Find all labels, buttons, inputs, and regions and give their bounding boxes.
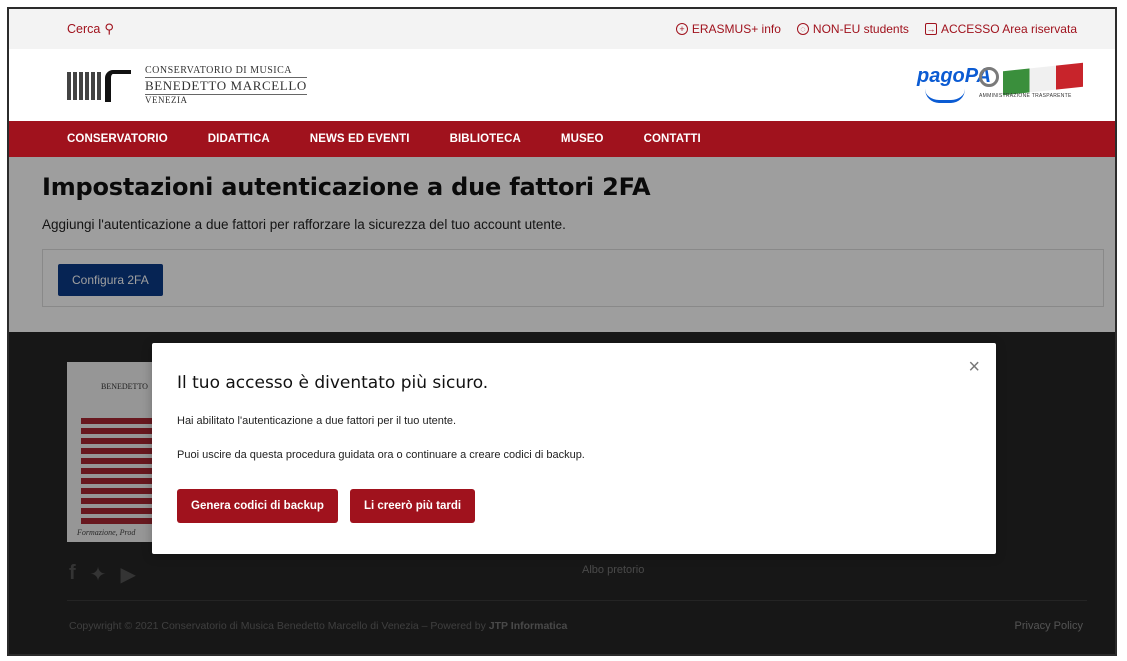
close-icon[interactable]: × [968, 357, 980, 377]
italian-flag-icon [1003, 62, 1083, 96]
create-later-button[interactable]: Li creerò più tardi [349, 489, 476, 523]
logo-harp-icon [105, 69, 131, 102]
reserved-area-link[interactable]: → ACCESSO Area riservata [924, 22, 1077, 36]
amministrazione-trasparente-logo[interactable]: AMMINISTRAZIONE TRASPARENTE [979, 62, 1087, 105]
brand-bar: CONSERVATORIO DI MUSICA BENEDETTO MARCEL… [9, 49, 1115, 121]
erasmus-label: ERASMUS+ info [691, 22, 781, 36]
nav-item-museo[interactable]: MUSEO [561, 133, 604, 145]
non-eu-link[interactable]: ◌ NON-EU students [796, 22, 909, 36]
search-icon: ⚲ [104, 21, 114, 36]
logo-line-2: BENEDETTO MARCELLO [145, 77, 307, 96]
nav-item-conservatorio[interactable]: CONSERVATORIO [67, 133, 168, 145]
logo-text: CONSERVATORIO DI MUSICA BENEDETTO MARCEL… [145, 65, 307, 106]
amministrazione-caption: AMMINISTRAZIONE TRASPARENTE [979, 93, 1072, 99]
reserved-area-label: ACCESSO Area riservata [940, 22, 1077, 36]
two-factor-success-dialog: × Il tuo accesso è diventato più sicuro.… [152, 343, 996, 554]
logo-building-icon [67, 71, 103, 100]
pagopa-logo[interactable]: pagoPA [917, 65, 991, 105]
non-eu-label: NON-EU students [812, 22, 909, 36]
dialog-title: Il tuo accesso è diventato più sicuro. [177, 373, 489, 393]
nav-item-contatti[interactable]: CONTATTI [644, 133, 701, 145]
logo-line-1: CONSERVATORIO DI MUSICA [145, 65, 293, 76]
dialog-line-2: Puoi uscire da questa procedura guidata … [177, 449, 585, 461]
nav-item-didattica[interactable]: DIDATTICA [208, 133, 270, 145]
logo-line-3: VENEZIA [145, 95, 188, 106]
plus-circle-icon: + [675, 23, 688, 35]
main-nav: CONSERVATORIO DIDATTICA NEWS ED EVENTI B… [9, 121, 1115, 157]
conservatorio-logo[interactable]: CONSERVATORIO DI MUSICA BENEDETTO MARCEL… [67, 65, 307, 106]
nav-item-biblioteca[interactable]: BIBLIOTECA [450, 133, 521, 145]
dialog-actions: Genera codici di backup Li creerò più ta… [177, 489, 476, 523]
logo-mark [67, 69, 137, 102]
globe-icon: ◌ [796, 23, 809, 35]
utility-bar: Cerca ⚲ + ERASMUS+ info ◌ NON-EU student… [9, 9, 1115, 49]
erasmus-link[interactable]: + ERASMUS+ info [675, 22, 781, 36]
search-label: Cerca [67, 22, 101, 36]
dialog-line-1: Hai abilitato l'autenticazione a due fat… [177, 415, 457, 427]
utility-links: + ERASMUS+ info ◌ NON-EU students → ACCE… [675, 22, 1077, 36]
login-icon: → [924, 23, 937, 35]
italian-emblem-icon [979, 67, 999, 87]
search-link[interactable]: Cerca ⚲ [67, 21, 114, 37]
pagopa-arc-icon [925, 89, 965, 103]
nav-item-news[interactable]: NEWS ED EVENTI [310, 133, 410, 145]
browser-viewport: Cerca ⚲ + ERASMUS+ info ◌ NON-EU student… [7, 7, 1117, 656]
generate-backup-codes-button[interactable]: Genera codici di backup [177, 489, 338, 523]
